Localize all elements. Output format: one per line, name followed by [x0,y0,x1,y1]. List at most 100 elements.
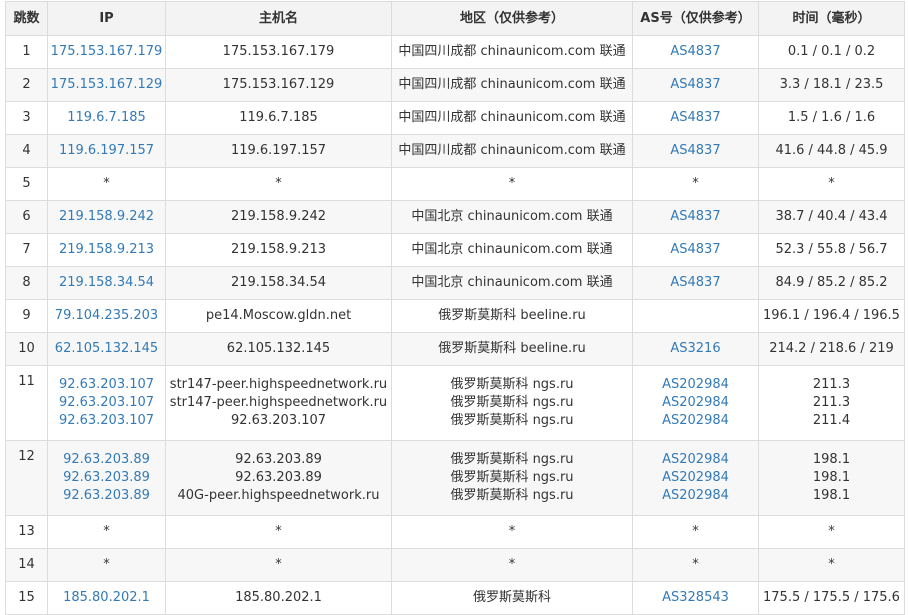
as-number-cell: * [632,548,759,582]
as-number-link[interactable]: AS3216 [635,340,756,358]
ip-address-link[interactable]: 219.158.34.54 [50,274,163,292]
ip-address: * [103,524,110,539]
as-number-link[interactable]: AS4837 [635,76,756,94]
table-row: 9 79.104.235.203 pe14.Moscow.gldn.net 俄罗斯莫斯… [5,299,905,333]
latency-cell: 84.9 / 85.2 / 85.2 [758,266,905,300]
ip-address-cell: 175.153.167.179 [47,35,166,69]
region-cell: 中国北京 chinaunicom.com 联通 [391,266,633,300]
as-number: * [692,176,699,191]
as-number-link[interactable]: AS202984 [635,451,756,469]
region-cell: 俄罗斯莫斯科 beeline.ru [391,299,633,333]
ip-address-link[interactable]: 175.153.167.179 [50,43,163,61]
table-row: 8 219.158.34.54 219.158.34.54 中国北京 chinauni… [5,266,905,300]
table-row: 6 219.158.9.242 219.158.9.242 中国北京 chinauni… [5,200,905,234]
latency: 211.3 [812,377,851,392]
latency: 0.1 / 0.1 / 0.2 [787,44,876,59]
ip-address-cell: 219.158.9.242 [47,200,166,234]
ip-address-link[interactable]: 119.6.197.157 [50,142,163,160]
ip-address-link[interactable]: 62.105.132.145 [50,340,163,358]
ip-address-link[interactable]: 219.158.9.242 [50,208,163,226]
as-number-link[interactable]: AS202984 [635,412,756,430]
ip-address-link[interactable]: 92.63.203.89 [50,469,163,487]
latency-cell: 52.3 / 55.8 / 56.7 [758,233,905,267]
table-body: 1 175.153.167.179 175.153.167.179 中国四川成都 ch… [5,35,905,615]
hostname: 92.63.203.89 [235,470,322,485]
as-number-link[interactable]: AS4837 [635,142,756,160]
hostname-cell: 175.153.167.179 [165,35,392,69]
hop-number: 8 [5,266,48,300]
as-number-link[interactable]: AS4837 [635,208,756,226]
table-row: 7 219.158.9.213 219.158.9.213 中国北京 chinauni… [5,233,905,267]
hostname-cell: 219.158.34.54 [165,266,392,300]
latency-cell: 3.3 / 18.1 / 23.5 [758,68,905,102]
hostname-cell: 219.158.9.242 [165,200,392,234]
hop-number: 3 [5,101,48,135]
as-number-link[interactable]: AS4837 [635,109,756,127]
table-row: 12 92.63.203.89 92.63.203.89 92.63.203.89 92… [5,440,905,516]
as-number-link[interactable]: AS4837 [635,274,756,292]
as-number-link[interactable]: AS4837 [635,241,756,259]
ip-address-link[interactable]: 175.153.167.129 [50,76,163,94]
ip-address-link[interactable]: 92.63.203.107 [50,412,163,430]
hostname: str147-peer.highspeednetwork.ru [169,377,388,392]
hop-number: 5 [5,167,48,201]
hostname-cell: 119.6.197.157 [165,134,392,168]
hostname-cell: 62.105.132.145 [165,332,392,366]
as-number-cell: * [632,515,759,549]
ip-address-link[interactable]: 219.158.9.213 [50,241,163,259]
region-cell: 中国四川成都 chinaunicom.com 联通 [391,68,633,102]
latency: 198.1 [812,452,851,467]
hostname: 62.105.132.145 [226,341,331,356]
hop-number: 12 [5,440,48,516]
region-cell: 中国四川成都 chinaunicom.com 联通 [391,35,633,69]
latency-cell: 1.5 / 1.6 / 1.6 [758,101,905,135]
traceroute-table: 跳数 IP 主机名 地区（仅供参考） AS号（仅供参考） 时间（毫秒） 1 175… [5,1,905,615]
latency-cell: * [758,167,905,201]
ip-address-link[interactable]: 92.63.203.107 [50,376,163,394]
as-number-link[interactable]: AS202984 [635,469,756,487]
ip-address-link[interactable]: 92.63.203.89 [50,451,163,469]
region: * [508,524,516,539]
hostname-cell: pe14.Moscow.gldn.net [165,299,392,333]
latency: 175.5 / 175.5 / 175.6 [763,590,900,605]
region-cell: * [391,548,633,582]
hop-number: 13 [5,515,48,549]
ip-address-link[interactable]: 92.63.203.89 [50,487,163,505]
as-number-link[interactable]: AS202984 [635,394,756,412]
hop-number: 6 [5,200,48,234]
hostname-cell: * [165,167,392,201]
region: 中国北京 chinaunicom.com 联通 [411,242,613,257]
as-number-cell: AS202984 AS202984 AS202984 [632,365,759,441]
latency: 52.3 / 55.8 / 56.7 [775,242,888,257]
as-number-cell: AS4837 [632,68,759,102]
as-number-cell: AS4837 [632,200,759,234]
ip-address-link[interactable]: 119.6.7.185 [50,109,163,127]
ip-address-link[interactable]: 185.80.202.1 [50,589,163,607]
hostname-cell: 219.158.9.213 [165,233,392,267]
as-number-cell [632,299,759,333]
as-number-link[interactable]: AS4837 [635,43,756,61]
hop-number: 7 [5,233,48,267]
hostname: 119.6.197.157 [230,143,327,158]
as-number-cell: * [632,167,759,201]
region: 俄罗斯莫斯科 ngs.ru [450,488,574,503]
ip-address-link[interactable]: 79.104.235.203 [50,307,163,325]
latency-cell: 214.2 / 218.6 / 219 [758,332,905,366]
table-row: 10 62.105.132.145 62.105.132.145 俄罗斯莫斯科 bee… [5,332,905,366]
as-number-link[interactable]: AS202984 [635,487,756,505]
table-row: 13 * * * * * [5,515,905,549]
ip-address-link[interactable]: 92.63.203.107 [50,394,163,412]
ip-address-cell: 219.158.9.213 [47,233,166,267]
hop-number: 2 [5,68,48,102]
latency: 214.2 / 218.6 / 219 [769,341,894,356]
region-cell: 中国北京 chinaunicom.com 联通 [391,200,633,234]
latency: 196.1 / 196.4 / 196.5 [763,308,900,323]
hostname: 219.158.9.213 [230,242,327,257]
hostname: 219.158.9.242 [230,209,327,224]
as-number-link[interactable]: AS328543 [635,589,756,607]
latency: * [828,557,835,572]
header-row: 跳数 IP 主机名 地区（仅供参考） AS号（仅供参考） 时间（毫秒） [5,1,905,36]
as-number-link[interactable]: AS202984 [635,376,756,394]
latency-cell: * [758,515,905,549]
latency: 38.7 / 40.4 / 43.4 [775,209,888,224]
